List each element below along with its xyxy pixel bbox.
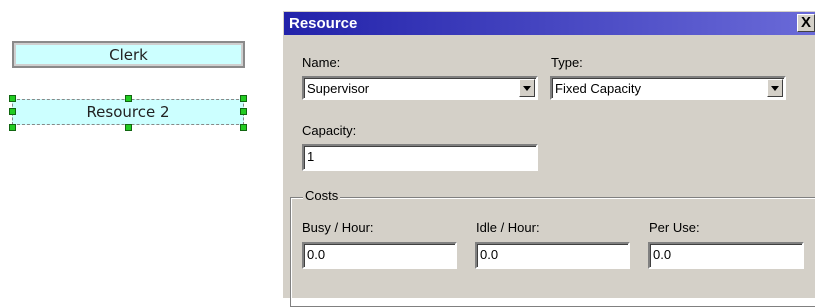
clerk-shape-label: Clerk (109, 45, 148, 64)
per-use-value: 0.0 (653, 247, 672, 262)
capacity-value: 1 (307, 149, 315, 164)
resource-2-shape-label: Resource 2 (86, 103, 170, 121)
busy-per-hour-value: 0.0 (307, 247, 326, 262)
chevron-down-icon[interactable] (767, 79, 783, 97)
resource-dialog: Resource X Name: Supervisor Type: Fixed … (282, 10, 815, 307)
costs-group-label: Costs (303, 188, 341, 203)
selection-handle-top-left[interactable] (9, 95, 16, 102)
close-icon: X (800, 14, 811, 31)
dialog-titlebar[interactable]: Resource X (284, 12, 815, 35)
name-dropdown-value: Supervisor (307, 81, 370, 96)
idle-per-hour-input[interactable]: 0.0 (475, 242, 630, 269)
idle-per-hour-label: Idle / Hour: (476, 220, 540, 235)
type-label: Type: (551, 55, 583, 70)
type-dropdown[interactable]: Fixed Capacity (550, 76, 786, 100)
capacity-label: Capacity: (302, 123, 357, 138)
selection-handle-top-mid[interactable] (125, 95, 132, 102)
selection-handle-bottom-right[interactable] (240, 124, 247, 131)
name-dropdown[interactable]: Supervisor (302, 76, 538, 100)
capacity-input[interactable]: 1 (302, 144, 538, 171)
name-label: Name: (302, 55, 341, 70)
chevron-down-icon[interactable] (519, 79, 535, 97)
per-use-input[interactable]: 0.0 (648, 242, 804, 269)
dialog-title: Resource (289, 15, 358, 32)
selection-handle-mid-right[interactable] (240, 108, 247, 115)
clerk-resource-shape[interactable]: Clerk (12, 41, 245, 68)
selection-handle-top-right[interactable] (240, 95, 247, 102)
per-use-label: Per Use: (649, 220, 700, 235)
selection-handle-mid-left[interactable] (9, 108, 16, 115)
idle-per-hour-value: 0.0 (480, 247, 499, 262)
selection-handle-bottom-left[interactable] (9, 124, 16, 131)
close-button[interactable]: X (797, 14, 815, 32)
busy-per-hour-label: Busy / Hour: (302, 220, 374, 235)
type-dropdown-value: Fixed Capacity (555, 81, 641, 96)
selection-handle-bottom-mid[interactable] (125, 124, 132, 131)
busy-per-hour-input[interactable]: 0.0 (302, 242, 457, 269)
resource-2-shape[interactable]: Resource 2 (12, 99, 244, 125)
